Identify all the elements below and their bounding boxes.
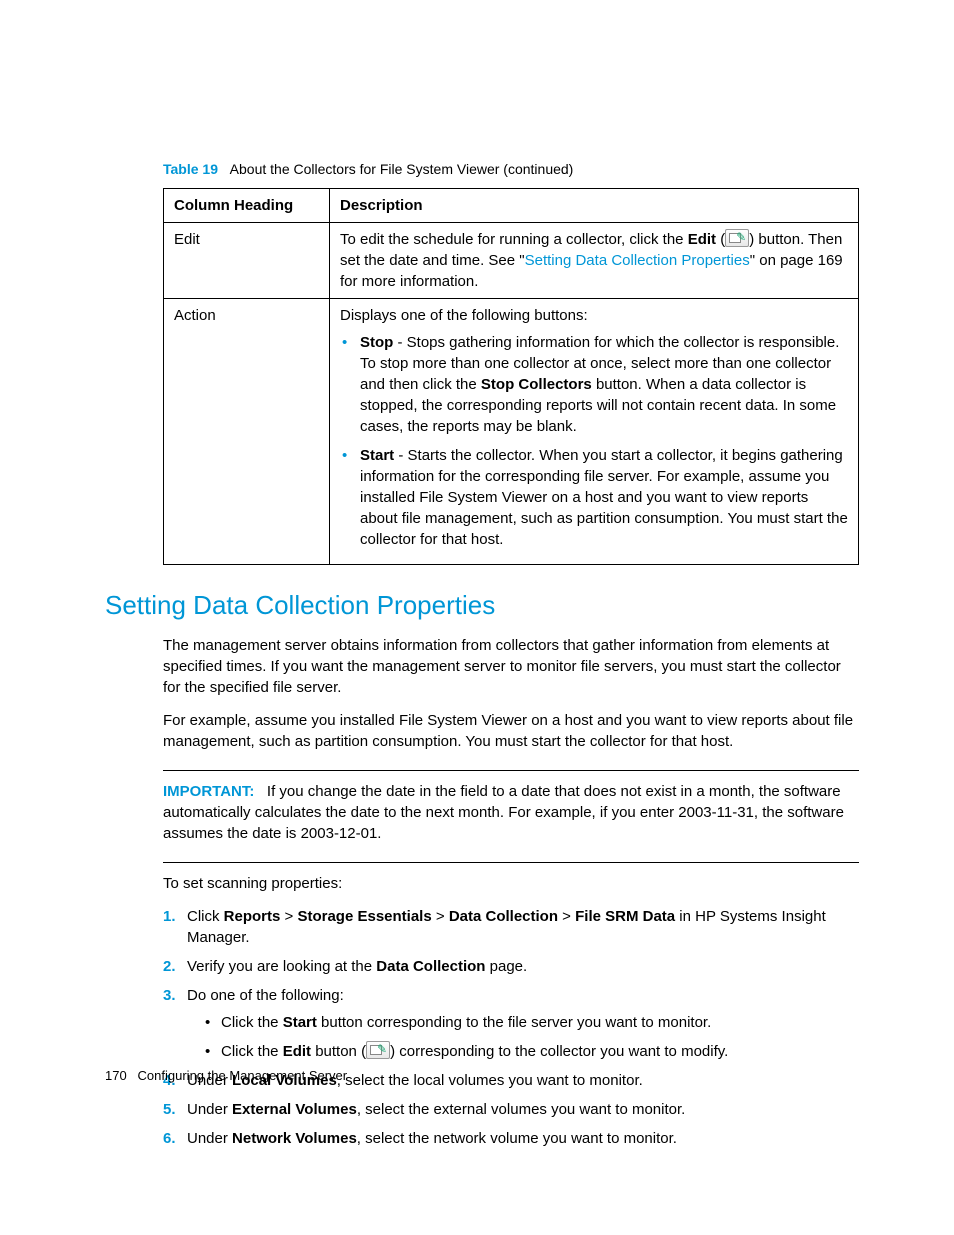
steps-intro: To set scanning properties: bbox=[163, 873, 859, 894]
important-label: IMPORTANT: bbox=[163, 783, 254, 800]
collectors-table: Column Heading Description Edit To edit … bbox=[163, 188, 859, 565]
page-number: 170 bbox=[105, 1068, 127, 1083]
edit-icon bbox=[366, 1041, 390, 1059]
step-5: 5. Under External Volumes, select the ex… bbox=[163, 1099, 859, 1120]
col-heading-2: Description bbox=[330, 188, 859, 222]
table-row: Action Displays one of the following but… bbox=[164, 298, 859, 564]
row-edit-heading: Edit bbox=[164, 222, 330, 298]
row-edit-desc: To edit the schedule for running a colle… bbox=[330, 222, 859, 298]
document-page: Table 19 About the Collectors for File S… bbox=[0, 0, 954, 1235]
step-2: 2. Verify you are looking at the Data Co… bbox=[163, 956, 859, 977]
list-item: Stop - Stops gathering information for w… bbox=[340, 332, 848, 437]
footer-title: Configuring the Management Server bbox=[138, 1068, 348, 1083]
step-6: 6. Under Network Volumes, select the net… bbox=[163, 1128, 859, 1149]
table-label: Table 19 bbox=[163, 161, 218, 177]
step-1: 1. Click Reports > Storage Essentials > … bbox=[163, 906, 859, 948]
row-action-desc: Displays one of the following buttons: S… bbox=[330, 298, 859, 564]
list-item: Start - Starts the collector. When you s… bbox=[340, 445, 848, 550]
edit-icon bbox=[725, 229, 749, 247]
table-caption: Table 19 About the Collectors for File S… bbox=[163, 160, 859, 180]
divider bbox=[163, 770, 859, 771]
page-footer: 170 Configuring the Management Server bbox=[105, 1067, 347, 1085]
table-caption-text: About the Collectors for File System Vie… bbox=[230, 161, 574, 177]
link-setting-data-collection[interactable]: Setting Data Collection Properties bbox=[525, 252, 750, 269]
steps-list: 1. Click Reports > Storage Essentials > … bbox=[163, 906, 859, 1149]
important-note: IMPORTANT: If you change the date in the… bbox=[163, 781, 859, 844]
section-title: Setting Data Collection Properties bbox=[105, 587, 859, 623]
table-header-row: Column Heading Description bbox=[164, 188, 859, 222]
table-row: Edit To edit the schedule for running a … bbox=[164, 222, 859, 298]
divider bbox=[163, 862, 859, 863]
paragraph: The management server obtains informatio… bbox=[163, 635, 859, 698]
sub-step: Click the Edit button () corresponding t… bbox=[205, 1041, 859, 1062]
row-action-heading: Action bbox=[164, 298, 330, 564]
col-heading-1: Column Heading bbox=[164, 188, 330, 222]
sub-step: Click the Start button corresponding to … bbox=[205, 1012, 859, 1033]
paragraph: For example, assume you installed File S… bbox=[163, 710, 859, 752]
step-3: 3. Do one of the following: Click the St… bbox=[163, 985, 859, 1062]
